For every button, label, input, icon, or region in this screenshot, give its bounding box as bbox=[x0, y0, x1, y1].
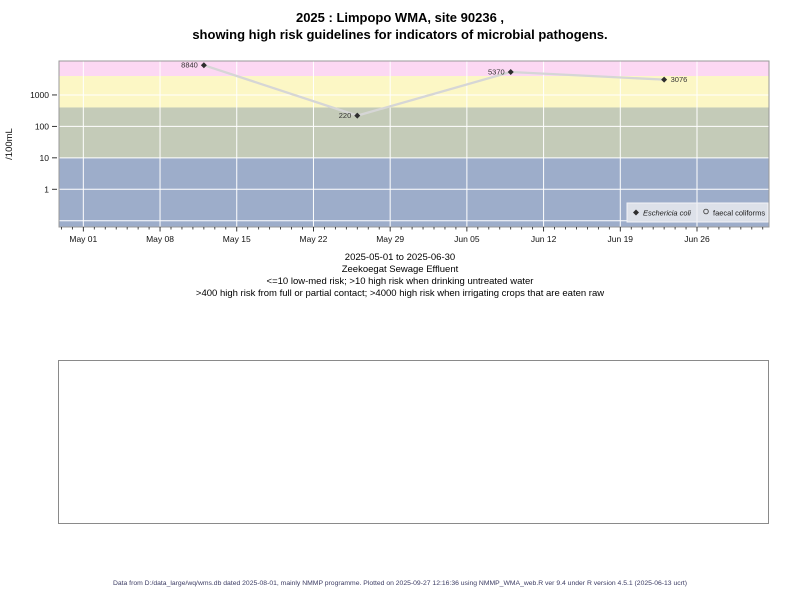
x-tick-label: Jun 05 bbox=[454, 234, 480, 244]
data-point-label: 5370 bbox=[488, 68, 505, 77]
y-axis-title: /100mL bbox=[4, 128, 15, 160]
y-tick-label: 1000 bbox=[30, 90, 49, 100]
x-tick-label: May 22 bbox=[300, 234, 328, 244]
risk-bands bbox=[59, 61, 769, 227]
x-tick-label: May 15 bbox=[223, 234, 251, 244]
x-tick-label: Jun 19 bbox=[608, 234, 634, 244]
caption-guideline-contact-irrigation: >400 high risk from full or partial cont… bbox=[195, 288, 605, 299]
band-irrigating-raw-crops-high-risk-gt4000 bbox=[59, 61, 769, 77]
x-tick-label: May 29 bbox=[376, 234, 404, 244]
y-axis: 1000 100 10 1/100mL bbox=[4, 90, 57, 194]
data-point-label: 220 bbox=[339, 111, 352, 120]
chart-svg: 884022053703076May 01 May 08 May 15 May 22 M… bbox=[4, 60, 770, 244]
data-point-label: 3076 bbox=[671, 75, 688, 84]
chart-title: 2025 : Limpopo WMA, site 90236 , showing… bbox=[0, 9, 800, 43]
legend-label: faecal coliforms bbox=[713, 209, 765, 218]
y-tick-label: 100 bbox=[35, 121, 49, 131]
x-tick-label: Jun 12 bbox=[531, 234, 557, 244]
chart-title-line1: 2025 : Limpopo WMA, site 90236 , bbox=[295, 10, 505, 25]
caption-guideline-drinking: <=10 low-med risk; >10 high risk when dr… bbox=[266, 276, 534, 287]
legend: faecal coliforms Eschericia coli bbox=[626, 202, 769, 223]
y-tick-label: 10 bbox=[40, 153, 50, 163]
data-point-label: 8840 bbox=[181, 61, 198, 70]
legend-label: Eschericia coli bbox=[643, 209, 691, 218]
x-tick-label: May 01 bbox=[69, 234, 97, 244]
x-tick-label: Jun 26 bbox=[684, 234, 710, 244]
chart-captions: 2025-05-01 to 2025-06-30 Zeekoegat Sewag… bbox=[0, 252, 800, 300]
x-tick-label: May 08 bbox=[146, 234, 174, 244]
caption-site-name: Zeekoegat Sewage Effluent bbox=[341, 264, 459, 275]
chart-title-line2: showing high risk guidelines for indicat… bbox=[192, 27, 608, 42]
x-axis: May 01 May 08 May 15 May 22 May 29 Jun 05 Jun … bbox=[61, 227, 764, 244]
y-tick-label: 1 bbox=[44, 184, 49, 194]
footer-provenance: Data from D:/data_large/wq/wms.db dated … bbox=[112, 580, 688, 587]
band-drinking-untreated-high-risk-gt10 bbox=[59, 107, 769, 158]
empty-plot-placeholder bbox=[58, 360, 769, 524]
caption-date-range: 2025-05-01 to 2025-06-30 bbox=[344, 252, 456, 263]
